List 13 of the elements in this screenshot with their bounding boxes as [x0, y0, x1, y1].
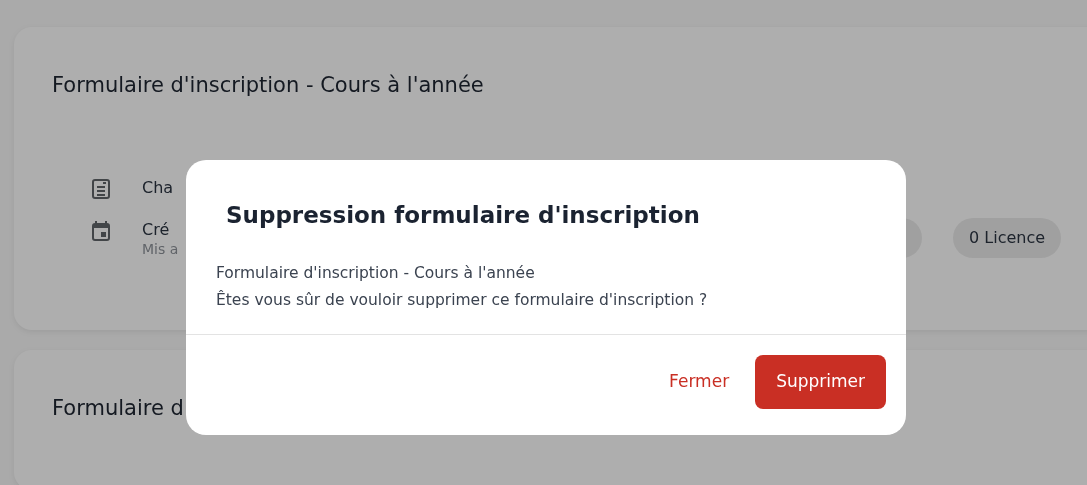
close-button[interactable]: Fermer [655, 354, 744, 409]
dialog-text: Êtes vous sûr de vouloir supprimer ce formulaire d'inscription ? [216, 289, 709, 311]
delete-button[interactable]: Supprimer [755, 354, 886, 409]
row-sublabel: Mis a [142, 242, 179, 257]
row-label: Cré [142, 219, 171, 242]
row-label: Cha [142, 177, 174, 200]
form-title: Formulaire d'inscription - Cours à l'année [52, 73, 485, 99]
dialog-text: Formulaire d'inscription - Cours à l'année [216, 262, 536, 284]
calendar-icon [92, 221, 110, 242]
form-title: Formulaire d [52, 396, 185, 422]
document-icon [92, 179, 110, 200]
licence-chip: 0 Licence [953, 218, 1062, 258]
dialog-title: Suppression formulaire d'inscription [225, 201, 701, 230]
